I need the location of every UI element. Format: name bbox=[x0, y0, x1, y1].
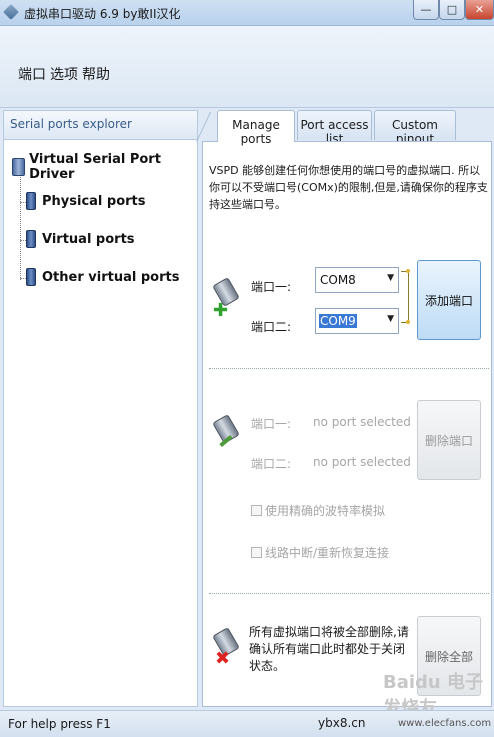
break-reconnect-option[interactable]: 线路中断/重新恢复连接 bbox=[251, 544, 389, 561]
window-title: 虚拟串口驱动 6.9 by敢II汉化 bbox=[24, 7, 181, 21]
tree-item-physical-ports[interactable]: Physical ports bbox=[26, 192, 146, 210]
remove-port2-value: no port selected bbox=[313, 455, 411, 469]
menu-item-help[interactable]: 帮助 bbox=[82, 64, 110, 84]
x-icon: ✖ bbox=[215, 648, 231, 669]
close-button[interactable]: ✕ bbox=[465, 0, 494, 20]
baudrate-emulation-option[interactable]: 使用精确的波特率模拟 bbox=[251, 502, 385, 519]
driver-icon bbox=[12, 158, 26, 176]
chevron-down-icon[interactable]: ▼ bbox=[387, 314, 394, 324]
delete-all-icon: ✖ bbox=[212, 627, 241, 669]
remove-pair-icon bbox=[212, 414, 241, 453]
minimize-icon: — bbox=[420, 3, 432, 16]
remove-port1-label: 端口一: bbox=[251, 417, 292, 431]
port1-value: COM8 bbox=[320, 273, 356, 287]
remove-port2-label: 端口二: bbox=[251, 457, 292, 471]
remove-pair-button[interactable]: 删除端口 bbox=[417, 400, 481, 480]
add-pair-button[interactable]: 添加端口 bbox=[417, 260, 481, 340]
port-icon bbox=[26, 268, 36, 286]
tree-root-driver[interactable]: Virtual Serial Port Driver bbox=[12, 152, 197, 182]
maximize-button[interactable]: □ bbox=[439, 0, 465, 20]
tab-custom-pinout[interactable]: Custom pinout bbox=[374, 110, 456, 146]
tree-root-label: Virtual Serial Port Driver bbox=[29, 152, 161, 182]
menu-item-ports[interactable]: 端口 bbox=[18, 64, 46, 84]
app-icon bbox=[3, 4, 19, 20]
manage-ports-panel: VSPD 能够创建任何你想使用的端口号的虚拟端口. 所以你可以不受端口号(COM… bbox=[202, 141, 492, 707]
checkbox-label: 线路中断/重新恢复连接 bbox=[265, 546, 390, 560]
divider bbox=[209, 368, 489, 369]
port-icon bbox=[26, 192, 36, 210]
minimize-button[interactable]: — bbox=[413, 0, 439, 20]
tab-port-access-list[interactable]: Port access list bbox=[297, 110, 372, 146]
port2-value: COM9 bbox=[319, 314, 357, 328]
port1-label: 端口一: bbox=[251, 280, 292, 294]
tree-item-other-virtual-ports[interactable]: Other virtual ports bbox=[26, 268, 179, 286]
panel-description: VSPD 能够创建任何你想使用的端口号的虚拟端口. 所以你可以不受端口号(COM… bbox=[209, 164, 488, 211]
port2-label: 端口二: bbox=[251, 320, 292, 334]
close-icon: ✕ bbox=[474, 3, 485, 16]
tree-item-label: Physical ports bbox=[42, 193, 146, 209]
watermark-text: ybx8.cn bbox=[318, 716, 366, 730]
port1-select[interactable]: COM8 ▼ bbox=[315, 267, 399, 293]
add-pair-icon: ✚ bbox=[212, 277, 241, 321]
tab-manage-ports[interactable]: Manage ports bbox=[217, 110, 295, 146]
chevron-down-icon[interactable]: ▼ bbox=[387, 273, 394, 283]
checkbox-label: 使用精确的波特率模拟 bbox=[265, 504, 386, 518]
port-icon bbox=[26, 230, 36, 248]
remove-port1-value: no port selected bbox=[313, 415, 411, 429]
port2-select[interactable]: COM9 ▼ bbox=[315, 308, 399, 334]
bracket-dot bbox=[406, 320, 410, 324]
divider bbox=[209, 593, 489, 594]
status-bar: For help press F1 ybx8.cn www.elecfans.c… bbox=[0, 710, 494, 737]
checkbox[interactable] bbox=[251, 505, 262, 516]
tree-item-label: Other virtual ports bbox=[42, 269, 180, 285]
menu-bar: 端口 选项 帮助 bbox=[0, 26, 494, 108]
maximize-icon: □ bbox=[446, 3, 458, 16]
plus-icon: ✚ bbox=[213, 300, 229, 321]
tree-item-virtual-ports[interactable]: Virtual ports bbox=[26, 230, 135, 248]
explorer-header: Serial ports explorer bbox=[3, 110, 198, 140]
title-bar: 虚拟串口驱动 6.9 by敢II汉化 — □ ✕ bbox=[0, 0, 494, 26]
bracket-dot bbox=[406, 269, 410, 273]
tree-item-label: Virtual ports bbox=[42, 231, 135, 247]
checkbox[interactable] bbox=[251, 547, 262, 558]
watermark-url: www.elecfans.com bbox=[398, 718, 492, 729]
explorer-tree: Virtual Serial Port Driver Physical port… bbox=[3, 140, 198, 707]
tree-connector bbox=[20, 170, 21, 280]
pair-bracket bbox=[401, 271, 409, 323]
menu-item-options[interactable]: 选项 bbox=[50, 64, 78, 84]
status-text: For help press F1 bbox=[8, 717, 111, 731]
